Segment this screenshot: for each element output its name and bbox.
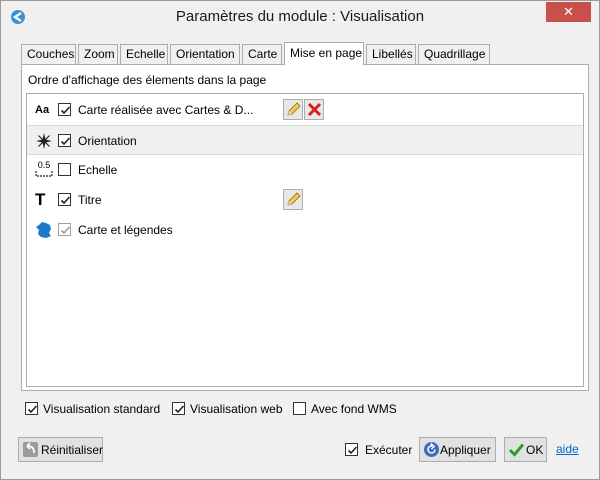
item-checkbox[interactable] — [58, 193, 71, 206]
item-label: Echelle — [78, 163, 118, 177]
item-checkbox[interactable] — [58, 103, 71, 116]
map-france-icon — [36, 222, 51, 238]
item-checkbox[interactable] — [58, 163, 71, 176]
scale-icon-text: 0.5 — [37, 160, 51, 170]
ok-button[interactable]: OK — [504, 437, 547, 462]
execute-checkbox[interactable] — [345, 443, 358, 456]
pencil-icon — [287, 192, 301, 206]
pencil-icon — [287, 102, 301, 116]
wms-label: Avec fond WMS — [311, 402, 397, 416]
tab-orientation[interactable]: Orientation — [170, 44, 240, 64]
element-order-list[interactable]: Aa Carte réalisée avec Cartes & D... Ori… — [26, 93, 584, 387]
apply-button[interactable]: Appliquer — [419, 437, 496, 462]
undo-arrow-icon — [23, 442, 38, 457]
delete-button[interactable] — [304, 99, 324, 120]
layout-panel: Ordre d'affichage des élements dans la p… — [21, 64, 589, 391]
text-aa-icon: Aa — [35, 104, 50, 116]
panel-heading: Ordre d'affichage des élements dans la p… — [28, 73, 267, 87]
tab-quadrillage[interactable]: Quadrillage — [418, 44, 490, 64]
execute-label: Exécuter — [365, 443, 413, 457]
option-fond-wms[interactable]: Avec fond WMS — [293, 401, 403, 417]
tab-echelle[interactable]: Echelle — [120, 44, 168, 64]
wms-checkbox[interactable] — [293, 402, 306, 415]
title-t-icon: T — [35, 190, 46, 209]
tab-carte[interactable]: Carte — [242, 44, 282, 64]
option-visualisation-web[interactable]: Visualisation web — [172, 401, 287, 417]
dialog-window: Paramètres du module : Visualisation ✕ C… — [0, 0, 600, 480]
compass-icon — [36, 133, 52, 149]
edit-button[interactable] — [283, 99, 303, 120]
edit-button[interactable] — [283, 189, 303, 210]
tab-mise-en-page[interactable]: Mise en page — [284, 42, 364, 65]
tab-libelles[interactable]: Libellés — [366, 44, 416, 64]
list-item[interactable]: T Titre — [27, 185, 583, 215]
item-checkbox — [58, 223, 71, 236]
item-label: Orientation — [78, 134, 137, 148]
reset-label: Réinitialiser — [41, 443, 104, 457]
list-item[interactable]: Aa Carte réalisée avec Cartes & D... — [27, 95, 583, 125]
window-title: Paramètres du module : Visualisation — [175, 8, 425, 25]
scale-icon: 0.5 — [35, 161, 53, 179]
item-label: Carte et légendes — [78, 223, 173, 237]
tab-couches[interactable]: Couches — [21, 44, 76, 64]
item-label: Titre — [78, 193, 102, 207]
ok-check-icon — [508, 443, 525, 457]
item-checkbox[interactable] — [58, 134, 71, 147]
list-item[interactable]: Carte et légendes — [27, 215, 583, 245]
ok-label: OK — [526, 443, 544, 457]
web-label: Visualisation web — [190, 402, 283, 416]
standard-checkbox[interactable] — [25, 402, 38, 415]
help-link[interactable]: aide — [556, 442, 579, 456]
title-bar: Paramètres du module : Visualisation ✕ — [1, 1, 599, 32]
tab-zoom[interactable]: Zoom — [78, 44, 118, 64]
standard-label: Visualisation standard — [43, 402, 161, 416]
apply-label: Appliquer — [440, 443, 491, 457]
close-button[interactable]: ✕ — [546, 2, 591, 22]
apply-refresh-icon — [424, 442, 439, 457]
option-executer[interactable]: Exécuter — [345, 442, 415, 458]
list-item[interactable]: Orientation — [27, 125, 583, 155]
item-label: Carte réalisée avec Cartes & D... — [78, 103, 254, 117]
list-item[interactable]: 0.5 Echelle — [27, 155, 583, 185]
delete-x-icon — [307, 102, 322, 117]
reset-button[interactable]: Réinitialiser — [18, 437, 103, 462]
option-visualisation-standard[interactable]: Visualisation standard — [25, 401, 165, 417]
web-checkbox[interactable] — [172, 402, 185, 415]
